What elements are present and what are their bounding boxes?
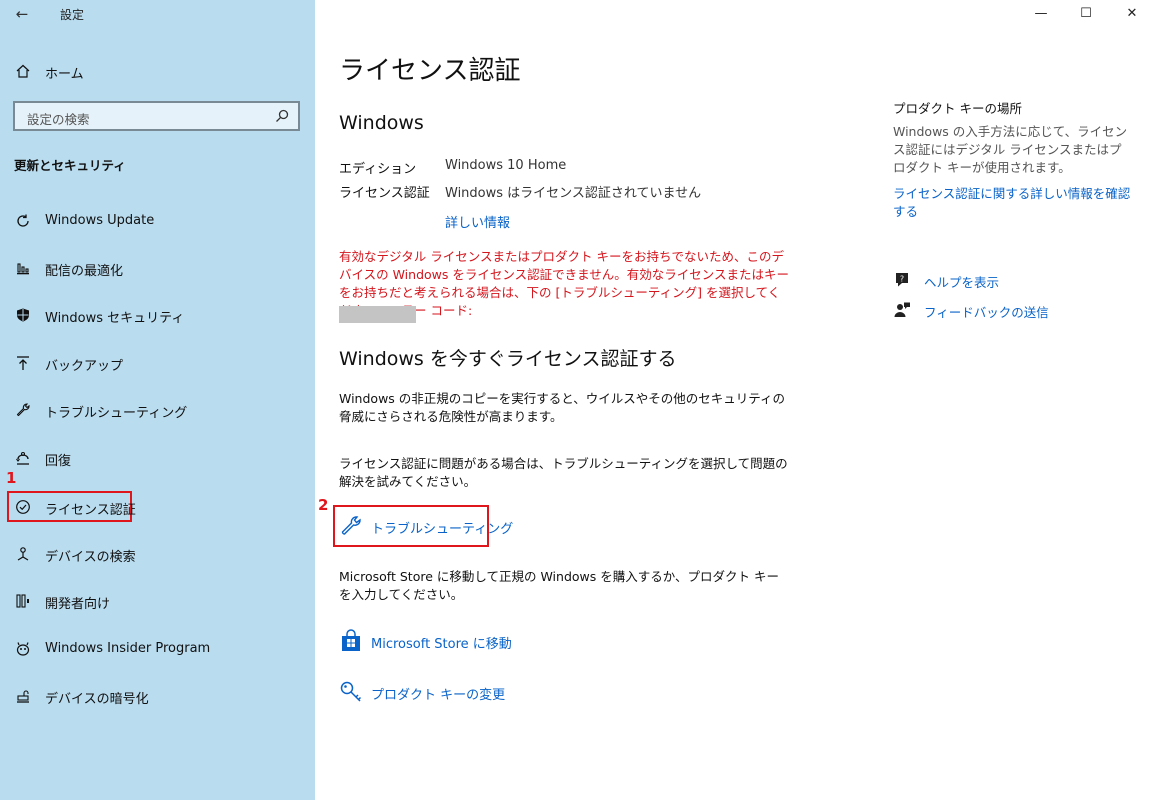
troubleshoot-label: トラブルシューティング (371, 522, 514, 537)
sidebar-item-recovery[interactable]: 回復 (0, 441, 315, 475)
settings-search-input[interactable]: 設定の検索 (13, 101, 300, 131)
activation-info-link[interactable]: ライセンス認証に関する詳しい情報を確認する (893, 185, 1133, 221)
sidebar-item-label: Windows Update (45, 213, 155, 228)
home-label: ホーム (45, 67, 84, 82)
windows-heading: Windows (339, 112, 424, 134)
sidebar-item-label: ライセンス認証 (45, 503, 136, 518)
sidebar-item-find-device[interactable]: デバイスの検索 (0, 537, 315, 571)
annotation-marker-2: 2 (318, 496, 329, 514)
send-feedback-link[interactable]: フィードバックの送信 (893, 299, 1133, 321)
sidebar-item-label: デバイスの検索 (45, 550, 136, 565)
sidebar-item-label: 回復 (45, 454, 72, 469)
sidebar-item-windows-update[interactable]: Windows Update (0, 204, 315, 238)
svg-text:?: ? (900, 275, 904, 284)
product-key-location-title: プロダクト キーの場所 (893, 101, 1022, 116)
wrench-icon (339, 514, 363, 538)
activation-value: Windows はライセンス認証されていません (445, 186, 702, 201)
sidebar-item-backup[interactable]: バックアップ (0, 346, 315, 380)
encryption-icon (14, 687, 32, 705)
sidebar-item-delivery-optimization[interactable]: 配信の最適化 (0, 251, 315, 285)
app-title: 設定 (60, 8, 85, 22)
check-circle-icon (14, 498, 32, 516)
home-button[interactable]: ホーム (0, 56, 315, 86)
section-title: 更新とセキュリティ (14, 158, 126, 173)
page-title: ライセンス認証 (339, 56, 521, 86)
feedback-icon (893, 301, 911, 319)
annotation-marker-1: 1 (6, 469, 17, 487)
sidebar-item-label: 開発者向け (45, 597, 111, 612)
sidebar-item-activation[interactable]: ライセンス認証 (0, 490, 315, 524)
help-label: ヘルプを表示 (924, 275, 1000, 290)
sidebar-item-label: デバイスの暗号化 (45, 692, 149, 707)
activation-key: ライセンス認証 (339, 186, 430, 201)
edition-value: Windows 10 Home (445, 158, 567, 173)
store-label: Microsoft Store に移動 (371, 637, 512, 652)
refresh-icon (14, 212, 32, 230)
sidebar-item-insider-program[interactable]: Windows Insider Program (0, 632, 315, 666)
title-bar: ← 設定 (0, 0, 315, 30)
key-icon (339, 680, 363, 704)
find-device-icon (14, 545, 32, 563)
activate-heading: Windows を今すぐライセンス認証する (339, 348, 677, 370)
product-key-description: Windows の入手方法に応じて、ライセンス認証にはデジタル ライセンスまたは… (893, 124, 1128, 175)
sidebar-item-label: トラブルシューティング (45, 406, 188, 421)
shield-icon (14, 306, 32, 324)
backup-icon (14, 354, 32, 372)
developer-icon (14, 592, 32, 610)
search-placeholder: 設定の検索 (27, 112, 90, 127)
sidebar-item-label: バックアップ (45, 359, 124, 374)
edition-key: エディション (339, 162, 417, 177)
sidebar-item-label: 配信の最適化 (45, 264, 124, 279)
home-icon (14, 62, 32, 80)
help-chat-icon: ? (893, 271, 911, 289)
warning-text: Windows の非正規のコピーを実行すると、ウイルスやその他のセキュリティの脅… (339, 391, 786, 424)
troubleshoot-hint-text: ライセンス認証に問題がある場合は、トラブルシューティングを選択して問題の解決を試… (339, 456, 788, 489)
sidebar-item-label: Windows セキュリティ (45, 311, 185, 326)
sidebar-item-windows-security[interactable]: Windows セキュリティ (0, 298, 315, 332)
sidebar-item-device-encryption[interactable]: デバイスの暗号化 (0, 679, 315, 713)
get-help-link[interactable]: ? ヘルプを表示 (893, 269, 1133, 291)
details-link[interactable]: 詳しい情報 (445, 212, 510, 231)
recovery-icon (14, 449, 32, 467)
store-hint-text: Microsoft Store に移動して正規の Windows を購入するか、… (339, 569, 779, 602)
sidebar-item-troubleshoot[interactable]: トラブルシューティング (0, 393, 315, 427)
sidebar-item-label: Windows Insider Program (45, 641, 211, 656)
redacted-error-code (339, 306, 416, 323)
main-content: ライセンス認証 Windows エディション Windows 10 Home ラ… (315, 0, 1152, 800)
feedback-label: フィードバックの送信 (924, 305, 1049, 320)
sidebar-item-developers[interactable]: 開発者向け (0, 584, 315, 618)
wrench-icon (14, 401, 32, 419)
back-button[interactable]: ← (10, 4, 34, 24)
sidebar: ← 設定 ホーム 設定の検索 更新とセキュリティ Windows Update … (0, 0, 315, 800)
delivery-icon (14, 259, 32, 277)
store-icon (339, 629, 363, 653)
change-key-label: プロダクト キーの変更 (371, 688, 506, 703)
search-icon[interactable] (274, 108, 290, 124)
insider-icon (14, 640, 32, 658)
